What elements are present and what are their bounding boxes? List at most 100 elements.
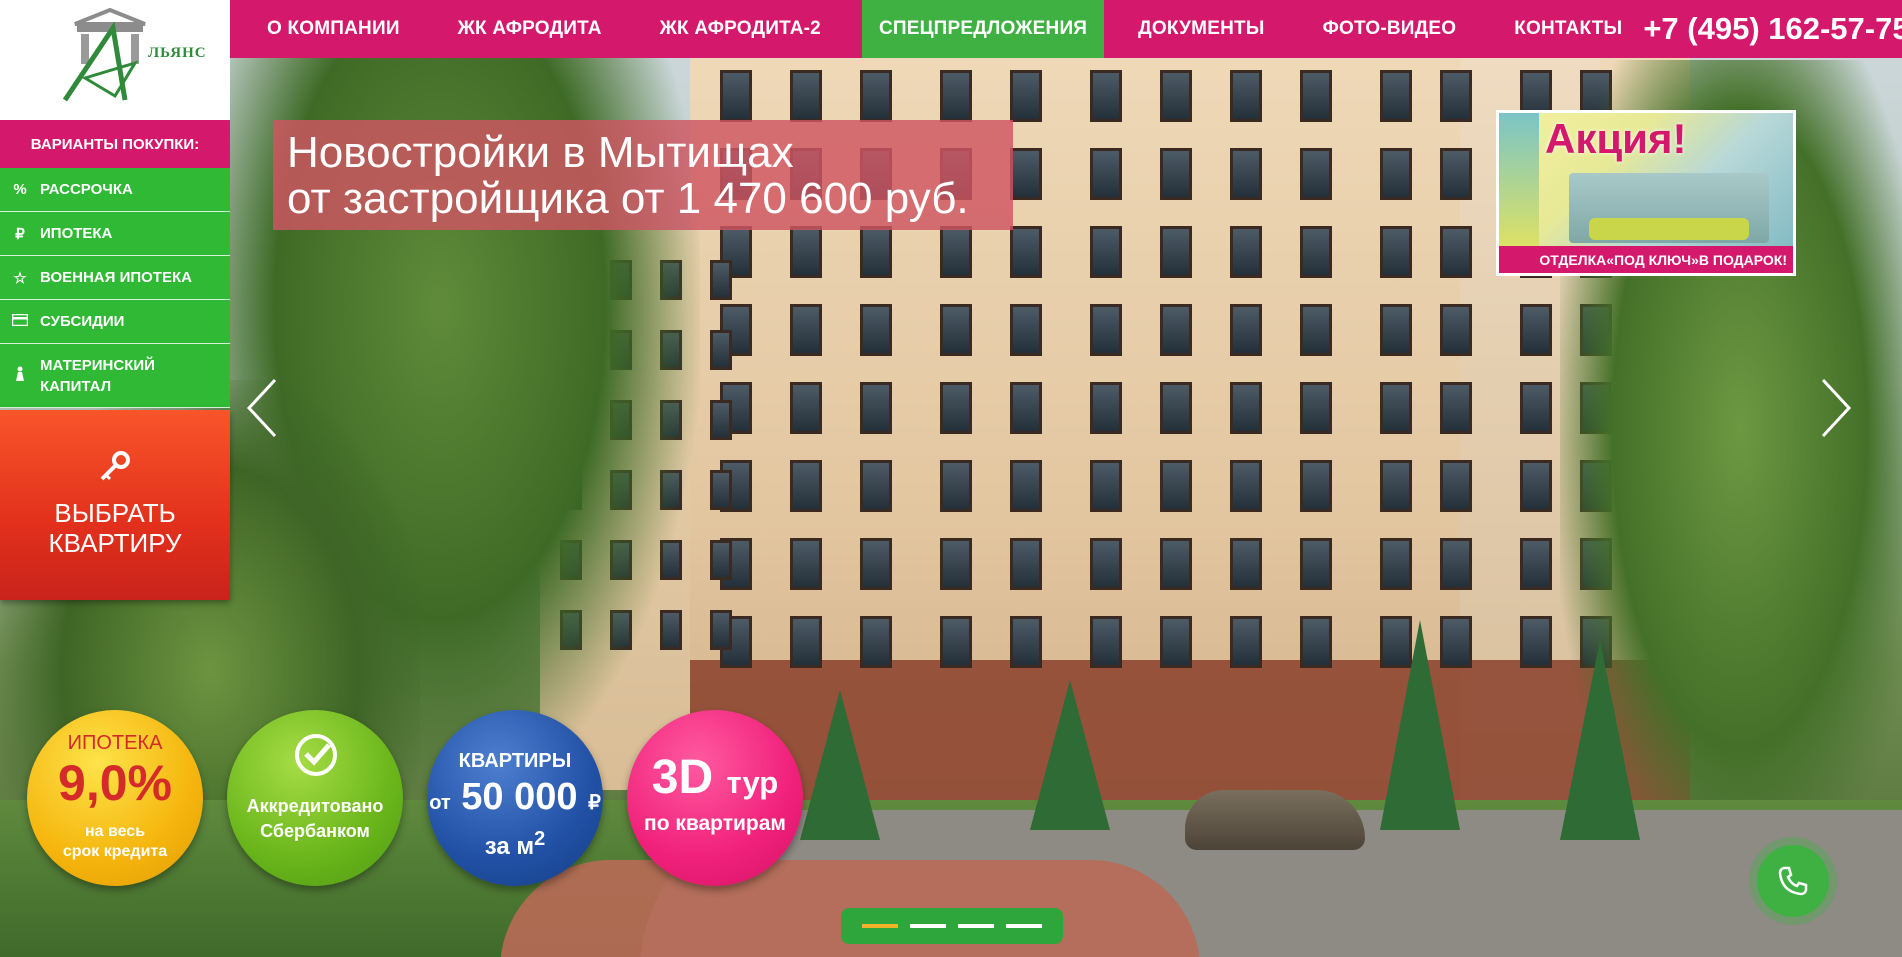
choose-apartment-button[interactable]: ВЫБРАТЬ КВАРТИРУ: [0, 410, 230, 600]
building-window: [1010, 538, 1042, 590]
badge-caption: на весь срок кредита: [27, 822, 203, 862]
promo-caption: ОТДЕЛКА«ПОД КЛЮЧ»В ПОДАРОК!: [1499, 246, 1793, 273]
label-line-2: КВАРТИРУ: [48, 528, 182, 558]
building-window: [1380, 382, 1412, 434]
building-window: [1440, 460, 1472, 512]
slider-next-arrow-icon[interactable]: [1815, 378, 1855, 438]
badge-title: 3D тур: [627, 750, 803, 805]
building-window: [1010, 226, 1042, 278]
slider-dot[interactable]: [862, 924, 898, 928]
building-window: [790, 616, 822, 668]
nav-item-documents[interactable]: ДОКУМЕНТЫ: [1104, 0, 1285, 58]
logo[interactable]: ЛЬЯНС: [0, 0, 230, 120]
building-window: [1440, 70, 1472, 122]
star-icon: ☆: [13, 269, 27, 287]
3d-tour-badge[interactable]: 3D тур по квартирам: [627, 710, 803, 886]
percent-icon: %: [13, 181, 27, 198]
building-window: [1160, 226, 1192, 278]
building-window: [710, 610, 732, 650]
building-window: [1010, 70, 1042, 122]
building-window: [1230, 304, 1262, 356]
building-window: [1010, 616, 1042, 668]
building-window: [860, 304, 892, 356]
promo-title: Акция!: [1545, 115, 1687, 162]
building-window: [1160, 382, 1192, 434]
nav-item-company[interactable]: О КОМПАНИИ: [230, 0, 421, 58]
building-window: [1520, 382, 1552, 434]
slider-dot[interactable]: [958, 924, 994, 928]
promo-banner[interactable]: Акция! ОТДЕЛКА«ПОД КЛЮЧ»В ПОДАРОК!: [1496, 110, 1796, 276]
sberbank-icon: [295, 734, 337, 776]
purchase-options-heading: ВАРИАНТЫ ПОКУПКИ:: [0, 120, 230, 168]
building-window: [1380, 148, 1412, 200]
slider-dot[interactable]: [910, 924, 946, 928]
mortgage-rate-badge[interactable]: ИПОТЕКА 9,0% на весь срок кредита: [27, 710, 203, 886]
pine-tree: [1380, 620, 1460, 830]
choose-apartment-label: ВЫБРАТЬ КВАРТИРУ: [0, 498, 230, 558]
purchase-option-mortgage[interactable]: ₽ ИПОТЕКА: [0, 212, 230, 256]
building-window: [1010, 304, 1042, 356]
building-window: [1440, 538, 1472, 590]
sberbank-badge[interactable]: Аккредитовано Сбербанком: [227, 710, 403, 886]
building-window: [790, 538, 822, 590]
building-window: [860, 70, 892, 122]
nav-item-special-offers[interactable]: СПЕЦПРЕДЛОЖЕНИЯ: [861, 0, 1105, 58]
building-window: [1230, 538, 1262, 590]
nav-item-afrodita[interactable]: ЖК АФРОДИТА: [421, 0, 623, 58]
promo-sofa-image: [1589, 218, 1749, 240]
building-window: [710, 540, 732, 580]
building-window: [1300, 226, 1332, 278]
phone-icon: [1778, 866, 1808, 896]
building-window: [1230, 382, 1262, 434]
ruble-icon: ₽: [15, 225, 25, 243]
headline-line-1: Новостройки в Мытищах: [287, 128, 794, 177]
slider-prev-arrow-icon[interactable]: [243, 378, 283, 438]
price-prefix: от: [429, 792, 451, 814]
building-window: [860, 538, 892, 590]
building-window: [1090, 538, 1122, 590]
purchase-option-label: ИПОТЕКА: [40, 225, 113, 242]
purchase-option-subsidies[interactable]: СУБСИДИИ: [0, 300, 230, 344]
nav-item-afrodita-2[interactable]: ЖК АФРОДИТА-2: [623, 0, 842, 58]
building-window: [1090, 148, 1122, 200]
unit-sup: 2: [534, 828, 546, 850]
price-per-sqm-badge[interactable]: КВАРТИРЫ от 50 000 ₽ за м2: [427, 710, 603, 886]
headline-line-2: от застройщика от 1 470 600 руб.: [287, 174, 969, 223]
building-window: [940, 70, 972, 122]
phone-number[interactable]: +7 (495) 162-57-75: [1643, 11, 1902, 47]
badge-unit: за м2: [427, 828, 603, 861]
nav-item-photo-video[interactable]: ФОТО-ВИДЕО: [1286, 0, 1478, 58]
caption-line-2: Сбербанком: [260, 821, 370, 841]
callback-button[interactable]: [1757, 845, 1829, 917]
building-window: [1380, 70, 1412, 122]
purchase-option-installment[interactable]: % РАССРОЧКА: [0, 168, 230, 212]
building-window: [940, 304, 972, 356]
building-window: [1380, 226, 1412, 278]
building-window: [710, 330, 732, 370]
caption-line-1: на весь: [84, 823, 146, 840]
purchase-option-maternity-capital[interactable]: МАТЕРИНСКИЙ КАПИТАЛ: [0, 344, 230, 408]
label-line-1: ВЫБРАТЬ: [54, 498, 176, 528]
building-window: [790, 382, 822, 434]
pine-tree: [800, 690, 880, 840]
purchase-option-label: МАТЕРИНСКИЙ КАПИТАЛ: [40, 355, 155, 397]
building-window: [790, 460, 822, 512]
price-amount: 50 000: [461, 776, 578, 818]
slider-dot[interactable]: [1006, 924, 1042, 928]
building-window: [1160, 616, 1192, 668]
building-window: [1090, 70, 1122, 122]
pine-tree: [1030, 680, 1110, 830]
mother-icon: [12, 366, 28, 386]
building-window: [1090, 304, 1122, 356]
building-window: [1300, 304, 1332, 356]
building-window: [790, 304, 822, 356]
building-window: [1090, 382, 1122, 434]
building-window: [790, 226, 822, 278]
purchase-option-military-mortgage[interactable]: ☆ ВОЕННАЯ ИПОТЕКА: [0, 256, 230, 300]
nav-item-contacts[interactable]: КОНТАКТЫ: [1477, 0, 1643, 58]
building-window: [1300, 70, 1332, 122]
pine-tree: [1560, 640, 1640, 840]
building-window: [1010, 148, 1042, 200]
building-window: [1160, 304, 1192, 356]
building-window: [710, 400, 732, 440]
